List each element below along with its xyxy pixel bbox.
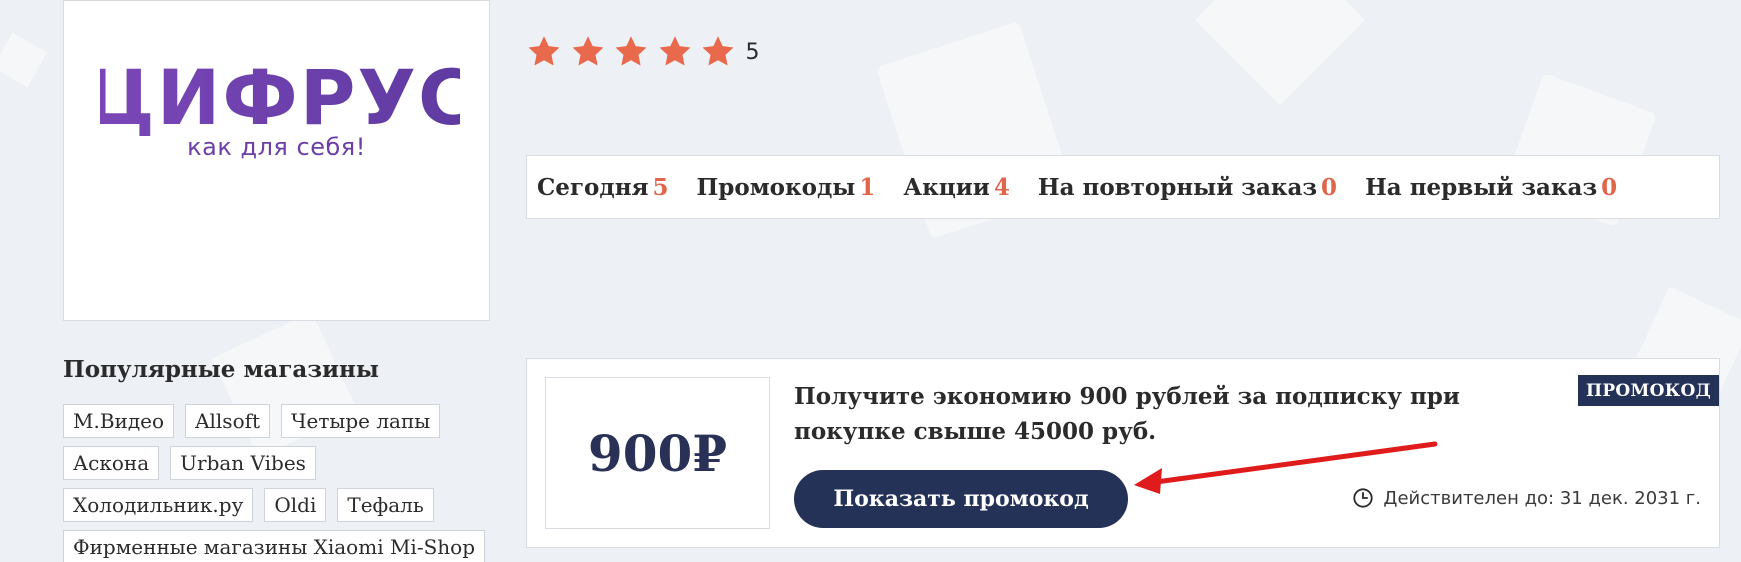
shop-tag[interactable]: Аскона <box>63 446 160 480</box>
show-promocode-button[interactable]: Показать промокод <box>794 470 1128 528</box>
tab-label: На первый заказ <box>1365 173 1598 201</box>
tab-promotions[interactable]: Акции 4 <box>903 174 1009 201</box>
tab-count: 1 <box>859 173 876 201</box>
star-icon <box>615 36 647 66</box>
shop-tag[interactable]: Четыре лапы <box>281 404 441 438</box>
tab-count: 4 <box>993 173 1010 201</box>
store-logo-text: ЦИФРУС <box>100 56 460 142</box>
star-icon <box>572 36 603 66</box>
background-gift-shape <box>0 32 48 88</box>
tab-count: 5 <box>652 173 669 201</box>
shop-row: Фирменные магазины Xiaomi Mi-Shop <box>63 530 503 562</box>
tab-label: Сегодня <box>537 173 649 201</box>
store-logo-tagline: как для себя! <box>187 133 366 161</box>
shop-tag[interactable]: Холодильник.ру <box>63 488 254 522</box>
popular-shops-list: М.Видео Allsoft Четыре лапы Аскона Urban… <box>63 404 503 562</box>
coupon-title[interactable]: Получите экономию 900 рублей за подписку… <box>794 379 1554 449</box>
tab-count: 0 <box>1321 173 1338 201</box>
star-icon <box>528 36 560 66</box>
shop-tag[interactable]: Allsoft <box>185 404 271 438</box>
shop-row: Холодильник.ру Oldi Тефаль <box>63 488 503 522</box>
tab-first-order[interactable]: На первый заказ 0 <box>1365 174 1617 201</box>
tab-label: Промокоды <box>696 173 856 201</box>
tab-label: На повторный заказ <box>1037 173 1318 201</box>
shop-tag[interactable]: Тефаль <box>337 488 434 522</box>
shop-tag[interactable]: Urban Vibes <box>170 446 316 480</box>
shop-row: Аскона Urban Vibes <box>63 446 503 480</box>
star-icon <box>702 36 734 66</box>
clock-icon <box>1353 488 1374 508</box>
tab-label: Акции <box>903 173 990 201</box>
popular-shops-title: Популярные магазины <box>63 356 379 383</box>
tab-count: 0 <box>1601 173 1618 201</box>
background-gift-shape <box>1195 0 1365 105</box>
store-rating: 5 <box>526 34 760 70</box>
shop-tag[interactable]: Oldi <box>264 488 327 522</box>
coupon-value: 900₽ <box>587 423 728 483</box>
rating-value: 5 <box>745 39 760 65</box>
coupon-type-badge: ПРОМОКОД <box>1578 375 1719 406</box>
coupon-value-box: 900₽ <box>545 377 770 529</box>
tab-promocodes[interactable]: Промокоды 1 <box>697 174 876 201</box>
tab-repeat-order[interactable]: На повторный заказ 0 <box>1038 174 1337 201</box>
shop-tag[interactable]: Фирменные магазины Xiaomi Mi-Shop <box>63 530 486 562</box>
store-logo-card: ЦИФРУС как для себя! <box>63 0 490 321</box>
offer-filter-tabs: Сегодня 5 Промокоды 1 Акции 4 На повторный … <box>526 155 1720 219</box>
tab-today[interactable]: Сегодня 5 <box>537 174 669 201</box>
coupon-validity-text: Действителен до: 31 дек. 2031 г. <box>1383 487 1701 509</box>
shop-row: М.Видео Allsoft Четыре лапы <box>63 404 503 438</box>
shop-tag[interactable]: М.Видео <box>63 404 175 438</box>
star-icon <box>659 36 690 66</box>
coupon-validity: Действителен до: 31 дек. 2031 г. <box>1352 487 1701 509</box>
coupon-card: 900₽ Получите экономию 900 рублей за под… <box>526 358 1720 548</box>
